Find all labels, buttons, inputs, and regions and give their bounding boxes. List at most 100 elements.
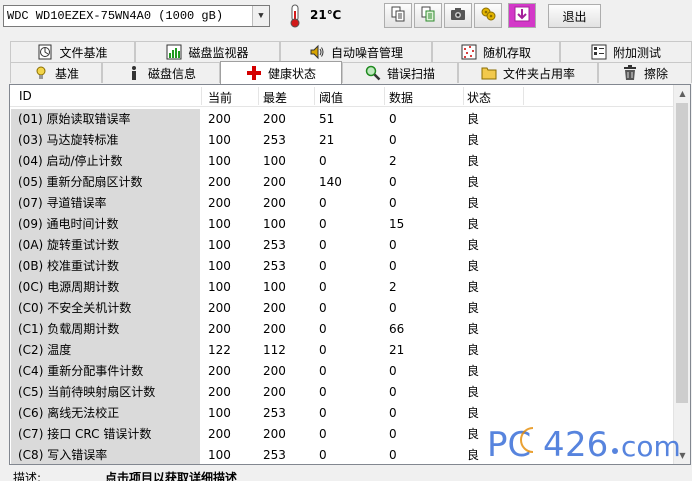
table-row[interactable]: (0B) 校准重试计数 100 253 0 0 良 xyxy=(10,256,674,277)
vertical-scrollbar[interactable]: ▲ ▼ xyxy=(673,85,690,464)
attribute-name-cell: (0B) 校准重试计数 xyxy=(11,256,200,277)
column-header-current[interactable]: 当前 xyxy=(208,89,232,106)
current-value-cell: 200 xyxy=(208,196,231,210)
column-header-worst[interactable]: 最差 xyxy=(263,89,287,106)
current-value-cell: 200 xyxy=(208,112,231,126)
status-cell: 良 xyxy=(467,112,480,126)
column-header-threshold[interactable]: 阈值 xyxy=(319,89,343,106)
table-row[interactable]: (03) 马达旋转标准 100 253 21 0 良 xyxy=(10,130,674,151)
table-row[interactable]: (0A) 旋转重试计数 100 253 0 0 良 xyxy=(10,235,674,256)
tab-benchmark[interactable]: 基准 xyxy=(10,62,102,83)
tab-health[interactable]: 健康状态 xyxy=(220,61,342,84)
info-icon xyxy=(126,65,142,81)
current-value-cell: 200 xyxy=(208,322,231,336)
current-value-cell: 200 xyxy=(208,385,231,399)
raw-data-cell: 0 xyxy=(389,238,397,252)
tab-label: 随机存取 xyxy=(482,45,531,60)
table-row[interactable]: (07) 寻道错误率 200 200 0 0 良 xyxy=(10,193,674,214)
status-cell: 良 xyxy=(467,175,480,189)
worst-value-cell: 253 xyxy=(263,448,286,462)
worst-value-cell: 100 xyxy=(263,217,286,231)
svg-text:4: 4 xyxy=(543,425,565,465)
exit-button[interactable]: 退出 xyxy=(548,4,601,28)
attribute-name-cell: (C8) 写入错误率 xyxy=(11,445,200,464)
threshold-cell: 0 xyxy=(319,154,327,168)
column-header-id[interactable]: ID xyxy=(19,89,32,103)
scroll-up-icon[interactable]: ▲ xyxy=(674,85,690,102)
attribute-name-cell: (C1) 负载周期计数 xyxy=(11,319,200,340)
attribute-name-cell: (C0) 不安全关机计数 xyxy=(11,298,200,319)
raw-data-cell: 0 xyxy=(389,406,397,420)
status-cell: 良 xyxy=(467,322,480,336)
current-value-cell: 100 xyxy=(208,133,231,147)
table-row[interactable]: (05) 重新分配扇区计数 200 200 140 0 良 xyxy=(10,172,674,193)
worst-value-cell: 200 xyxy=(263,301,286,315)
attribute-name-cell: (07) 寻道错误率 xyxy=(11,193,200,214)
tab-label: 磁盘信息 xyxy=(147,66,196,81)
attribute-name-cell: (05) 重新分配扇区计数 xyxy=(11,172,200,193)
thermometer-icon xyxy=(285,4,305,28)
raw-data-cell: 2 xyxy=(389,280,397,294)
threshold-cell: 0 xyxy=(319,322,327,336)
attribute-name-cell: (09) 通电时间计数 xyxy=(11,214,200,235)
copy-button[interactable] xyxy=(384,3,412,28)
watermark-logo: PC 4 26 com xyxy=(487,418,687,468)
screenshot-button[interactable] xyxy=(444,3,472,28)
folder-icon xyxy=(481,65,497,81)
raw-data-cell: 0 xyxy=(389,448,397,462)
worst-value-cell: 200 xyxy=(263,175,286,189)
raw-data-cell: 15 xyxy=(389,217,405,231)
threshold-cell: 0 xyxy=(319,448,327,462)
column-separator[interactable] xyxy=(384,87,385,105)
tab-label: 擦除 xyxy=(643,66,668,81)
table-row[interactable]: (01) 原始读取错误率 200 200 51 0 良 xyxy=(10,109,674,130)
tab-info[interactable]: 磁盘信息 xyxy=(102,62,220,83)
tab-disk-monitor[interactable]: 磁盘监视器 xyxy=(135,41,280,62)
options-button[interactable] xyxy=(474,3,502,28)
column-header-data[interactable]: 数据 xyxy=(389,89,413,106)
tab-random-access[interactable]: 随机存取 xyxy=(432,41,560,62)
tab-aam[interactable]: 自动噪音管理 xyxy=(280,41,432,62)
status-cell: 良 xyxy=(467,217,480,231)
tab-folder-usage[interactable]: 文件夹占用率 xyxy=(458,62,598,83)
table-row[interactable]: (C1) 负载周期计数 200 200 0 66 良 xyxy=(10,319,674,340)
status-cell: 良 xyxy=(467,238,480,252)
threshold-cell: 140 xyxy=(319,175,342,189)
worst-value-cell: 100 xyxy=(263,280,286,294)
table-row[interactable]: (09) 通电时间计数 100 100 0 15 良 xyxy=(10,214,674,235)
copy-all-button[interactable] xyxy=(414,3,442,28)
column-header-status[interactable]: 状态 xyxy=(467,89,491,106)
health-cross-icon xyxy=(246,65,262,81)
scroll-thumb[interactable] xyxy=(676,103,688,403)
column-separator[interactable] xyxy=(463,87,464,105)
table-row[interactable]: (C4) 重新分配事件计数 200 200 0 0 良 xyxy=(10,361,674,382)
tab-label: 文件夹占用率 xyxy=(502,66,575,81)
save-button[interactable] xyxy=(508,3,536,28)
current-value-cell: 100 xyxy=(208,259,231,273)
table-row[interactable]: (C2) 温度 122 112 0 21 良 xyxy=(10,340,674,361)
current-value-cell: 100 xyxy=(208,238,231,252)
file-benchmark-icon xyxy=(37,44,53,60)
drive-select[interactable]: WDC WD10EZEX-75WN4A0 (1000 gB) ▼ xyxy=(3,5,270,27)
attribute-name-cell: (0A) 旋转重试计数 xyxy=(11,235,200,256)
attribute-name-cell: (01) 原始读取错误率 xyxy=(11,109,200,130)
current-value-cell: 200 xyxy=(208,301,231,315)
table-row[interactable]: (0C) 电源周期计数 100 100 0 2 良 xyxy=(10,277,674,298)
table-row[interactable]: (04) 启动/停止计数 100 100 0 2 良 xyxy=(10,151,674,172)
status-cell: 良 xyxy=(467,364,480,378)
column-separator[interactable] xyxy=(314,87,315,105)
column-separator[interactable] xyxy=(201,87,202,105)
column-separator[interactable] xyxy=(258,87,259,105)
raw-data-cell: 0 xyxy=(389,385,397,399)
tab-row-2: 基准 磁盘信息 健康状态 错误扫描 文件夹占用率 擦除 xyxy=(0,61,692,84)
tab-extra-tests[interactable]: 附加测试 xyxy=(560,41,692,62)
column-separator[interactable] xyxy=(523,87,524,105)
threshold-cell: 0 xyxy=(319,217,327,231)
tab-error-scan[interactable]: 错误扫描 xyxy=(342,62,458,83)
attribute-name-cell: (03) 马达旋转标准 xyxy=(11,130,200,151)
chevron-down-icon[interactable]: ▼ xyxy=(252,6,269,26)
table-row[interactable]: (C0) 不安全关机计数 200 200 0 0 良 xyxy=(10,298,674,319)
tab-erase[interactable]: 擦除 xyxy=(598,62,692,83)
tab-file-benchmark[interactable]: 文件基准 xyxy=(10,41,135,62)
table-row[interactable]: (C5) 当前待映射扇区计数 200 200 0 0 良 xyxy=(10,382,674,403)
